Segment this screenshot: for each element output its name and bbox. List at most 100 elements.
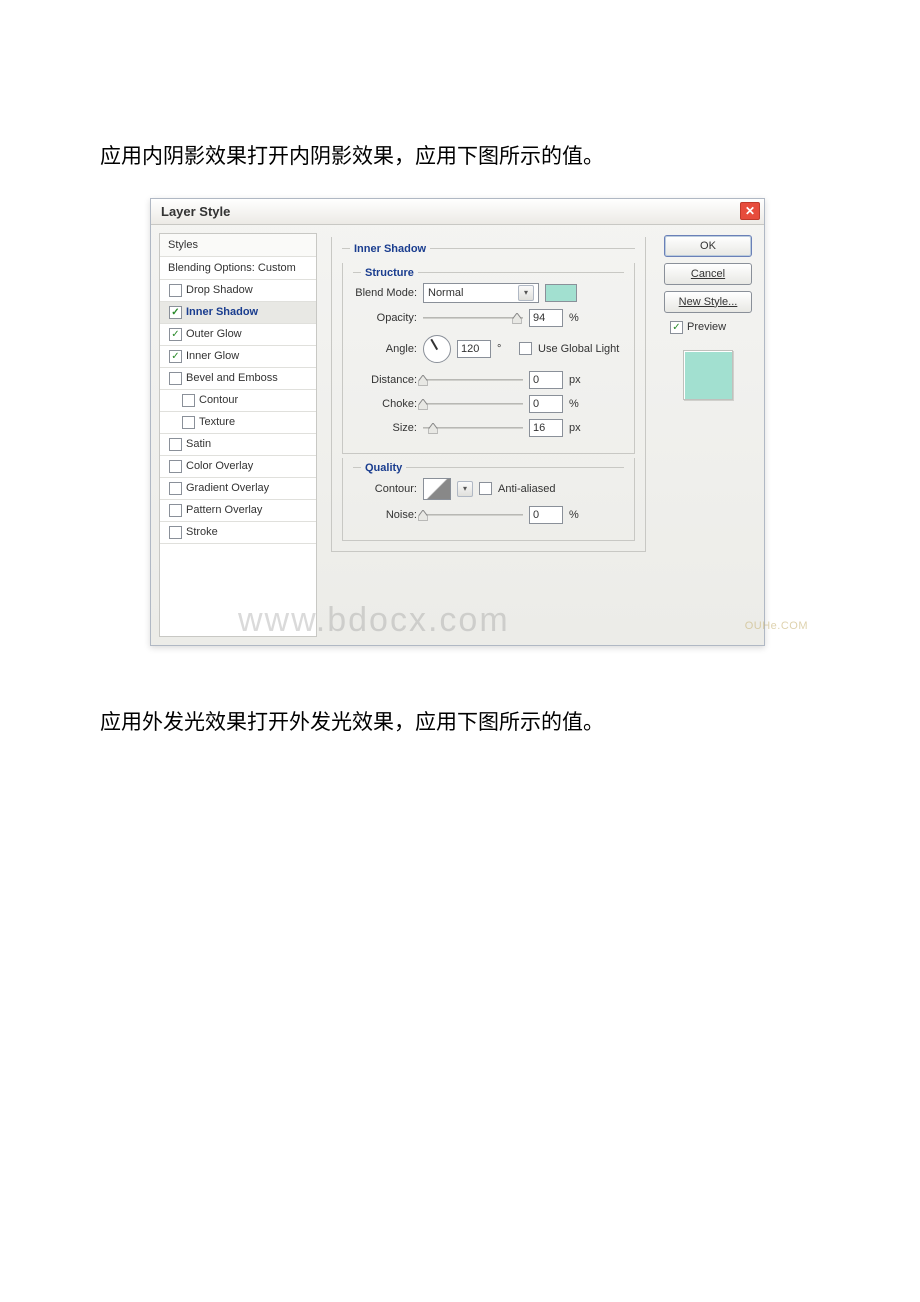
ok-button[interactable]: OK (664, 235, 752, 257)
effect-texture[interactable]: Texture (160, 412, 316, 434)
blend-mode-label: Blend Mode: (353, 287, 417, 299)
size-input[interactable]: 16 (529, 419, 563, 437)
effect-outer-glow[interactable]: Outer Glow (160, 324, 316, 346)
checkbox-icon[interactable] (169, 438, 182, 451)
slider-thumb-icon[interactable] (513, 313, 522, 324)
effect-stroke[interactable]: Stroke (160, 522, 316, 544)
chevron-down-icon[interactable]: ▾ (457, 481, 473, 497)
checkbox-icon[interactable] (169, 460, 182, 473)
effect-label: Color Overlay (186, 460, 310, 472)
noise-input[interactable]: 0 (529, 506, 563, 524)
distance-slider[interactable] (423, 374, 523, 386)
angle-label: Angle: (353, 343, 417, 355)
blend-mode-select[interactable]: Normal ▾ (423, 283, 539, 303)
effect-contour[interactable]: Contour (160, 390, 316, 412)
antialiased-checkbox[interactable] (479, 482, 492, 495)
checkbox-icon[interactable] (182, 394, 195, 407)
opacity-unit: % (569, 312, 585, 324)
noise-unit: % (569, 509, 585, 521)
effect-drop-shadow[interactable]: Drop Shadow (160, 280, 316, 302)
layer-style-dialog-wrapper: Layer Style ✕ Styles Blending Options: C… (150, 198, 820, 646)
effect-label: Bevel and Emboss (186, 372, 310, 384)
size-unit: px (569, 422, 585, 434)
effect-label: Drop Shadow (186, 284, 310, 296)
effect-label: Gradient Overlay (186, 482, 310, 494)
preview-label: Preview (687, 321, 726, 333)
global-light-label: Use Global Light (538, 343, 619, 355)
checkbox-icon[interactable] (169, 350, 182, 363)
preview-swatch (683, 350, 733, 400)
slider-thumb-icon[interactable] (419, 375, 428, 386)
opacity-label: Opacity: (353, 312, 417, 324)
effect-label: Outer Glow (186, 328, 310, 340)
blending-options-row[interactable]: Blending Options: Custom (160, 257, 316, 280)
size-label: Size: (353, 422, 417, 434)
effect-pattern-overlay[interactable]: Pattern Overlay (160, 500, 316, 522)
effect-bevel-emboss[interactable]: Bevel and Emboss (160, 368, 316, 390)
effect-label: Satin (186, 438, 310, 450)
noise-label: Noise: (353, 509, 417, 521)
dialog-title: Layer Style (161, 204, 230, 219)
choke-slider[interactable] (423, 398, 523, 410)
effect-satin[interactable]: Satin (160, 434, 316, 456)
choke-label: Choke: (353, 398, 417, 410)
opacity-input[interactable]: 94 (529, 309, 563, 327)
checkbox-icon[interactable] (169, 372, 182, 385)
intro-paragraph: 应用内阴影效果打开内阴影效果，应用下图所示的值。 (100, 140, 820, 174)
checkbox-icon[interactable] (169, 306, 182, 319)
checkbox-icon[interactable] (169, 328, 182, 341)
effect-label: Contour (199, 394, 310, 406)
angle-input[interactable]: 120 (457, 340, 491, 358)
styles-header[interactable]: Styles (160, 234, 316, 257)
quality-title: Quality (361, 462, 406, 474)
effect-inner-shadow[interactable]: Inner Shadow (160, 302, 316, 324)
chevron-down-icon: ▾ (518, 285, 534, 301)
opacity-slider[interactable] (423, 312, 523, 324)
slider-thumb-icon[interactable] (429, 423, 438, 434)
checkbox-icon[interactable] (169, 284, 182, 297)
layer-style-dialog: Layer Style ✕ Styles Blending Options: C… (150, 198, 765, 646)
close-icon[interactable]: ✕ (740, 202, 760, 220)
dialog-right-panel: OK Cancel New Style... Preview (660, 233, 756, 637)
outro-paragraph: 应用外发光效果打开外发光效果，应用下图所示的值。 (100, 706, 820, 740)
effect-gradient-overlay[interactable]: Gradient Overlay (160, 478, 316, 500)
slider-thumb-icon[interactable] (419, 399, 428, 410)
effect-label: Inner Shadow (186, 306, 310, 318)
choke-input[interactable]: 0 (529, 395, 563, 413)
effect-label: Inner Glow (186, 350, 310, 362)
checkbox-icon[interactable] (169, 504, 182, 517)
effects-list: Styles Blending Options: Custom Drop Sha… (159, 233, 317, 637)
distance-label: Distance: (353, 374, 417, 386)
structure-title: Structure (361, 267, 418, 279)
blend-mode-value: Normal (428, 287, 514, 299)
new-style-button[interactable]: New Style... (664, 291, 752, 313)
choke-unit: % (569, 398, 585, 410)
watermark-secondary: OUHe.COM (745, 620, 808, 632)
dialog-titlebar[interactable]: Layer Style ✕ (151, 199, 764, 225)
checkbox-icon[interactable] (182, 416, 195, 429)
checkbox-icon[interactable] (169, 482, 182, 495)
contour-label: Contour: (353, 483, 417, 495)
checkbox-icon[interactable] (169, 526, 182, 539)
effect-inner-glow[interactable]: Inner Glow (160, 346, 316, 368)
preview-checkbox[interactable] (670, 321, 683, 334)
contour-picker[interactable] (423, 478, 451, 500)
cancel-button[interactable]: Cancel (664, 263, 752, 285)
effect-label: Stroke (186, 526, 310, 538)
distance-unit: px (569, 374, 585, 386)
antialiased-label: Anti-aliased (498, 483, 555, 495)
panel-title: Inner Shadow (350, 243, 430, 255)
slider-thumb-icon[interactable] (419, 510, 428, 521)
angle-unit: ° (497, 343, 513, 355)
shadow-color-swatch[interactable] (545, 284, 577, 302)
angle-dial[interactable] (423, 335, 451, 363)
distance-input[interactable]: 0 (529, 371, 563, 389)
settings-panel: Inner Shadow Structure Blend Mode: Norma… (323, 233, 654, 637)
watermark-text: www.bdocx.com (238, 601, 510, 640)
noise-slider[interactable] (423, 509, 523, 521)
effect-label: Texture (199, 416, 310, 428)
effect-label: Pattern Overlay (186, 504, 310, 516)
size-slider[interactable] (423, 422, 523, 434)
global-light-checkbox[interactable] (519, 342, 532, 355)
effect-color-overlay[interactable]: Color Overlay (160, 456, 316, 478)
